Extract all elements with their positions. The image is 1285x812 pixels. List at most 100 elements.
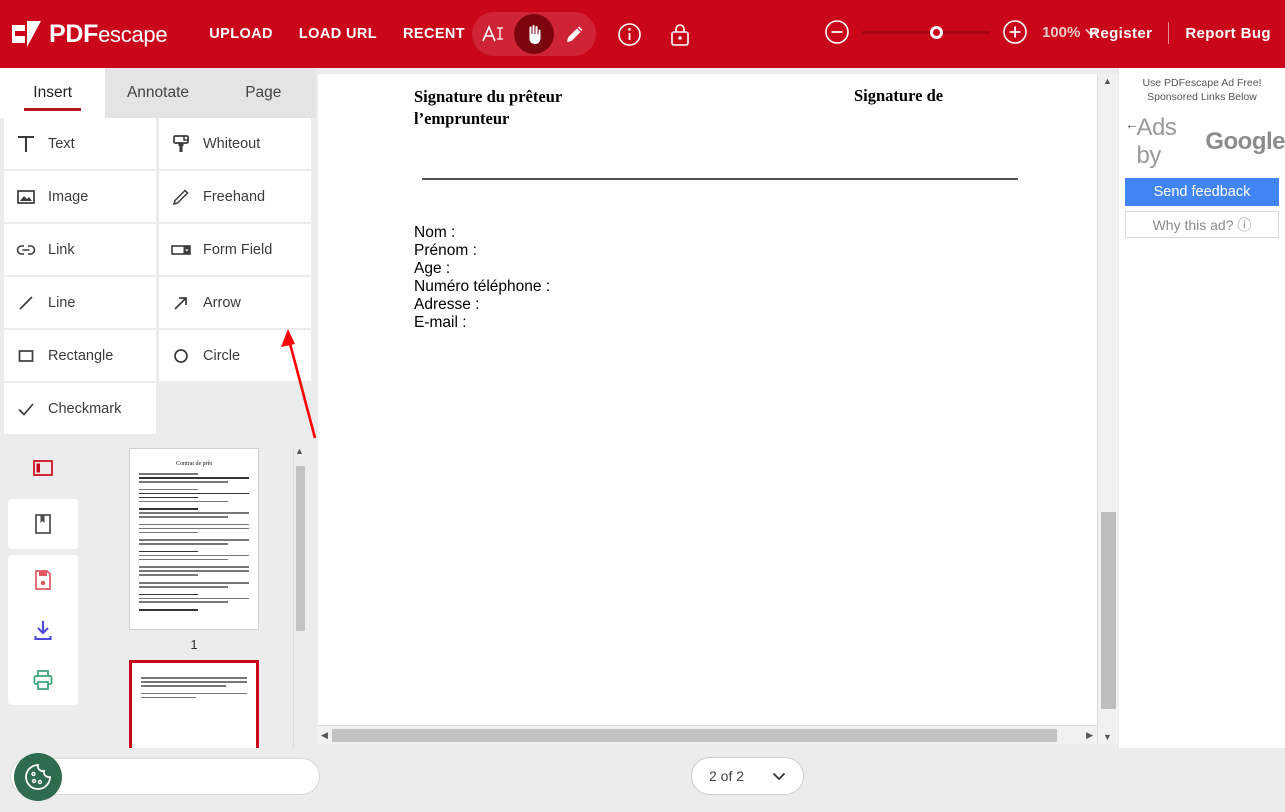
hand-tool-icon [528,24,542,46]
tool-whiteout-label: Whiteout [203,135,261,152]
info-icon [618,23,641,46]
tool-link-label: Link [48,241,75,258]
signature-lender: Signature du prêteur l’emprunteur [414,86,634,130]
zoom-in-button[interactable] [1002,19,1028,45]
send-feedback-button[interactable]: Send feedback [1125,178,1279,206]
logo-bold: PDF [49,19,99,48]
tool-arrow[interactable]: Arrow [159,277,311,328]
signature-rule [422,178,1018,180]
page-thumbnail-1[interactable]: Contrat de prêt [129,448,259,630]
scroll-right-arrow[interactable]: ▶ [1086,730,1093,741]
advertisement-panel: Use PDFescape Ad Free! Sponsored Links B… [1119,68,1285,748]
tab-annotate[interactable]: Annotate [105,68,211,118]
text-select-tool-button[interactable] [473,14,513,54]
tool-freehand[interactable]: Freehand [159,171,311,222]
zoom-out-icon [825,20,849,44]
form-fields-list: Nom : Prénom : Age : Numéro téléphone : … [414,224,550,332]
tool-circle-label: Circle [203,347,241,364]
report-bug-link[interactable]: Report Bug [1185,25,1271,42]
pdf-page-2[interactable]: Signature du prêteur l’emprunteur Signat… [318,74,1098,734]
ads-by-prefix: Ads by [1136,114,1177,169]
cookie-consent-icon [25,764,51,790]
cookie-settings-button[interactable] [14,753,62,801]
rectangle-icon [4,346,48,366]
field-adresse: Adresse : [414,296,480,313]
page-selector[interactable]: 2 of 2 [691,757,804,795]
hand-tool-button[interactable] [513,14,554,54]
image-icon [4,187,48,207]
field-age: Age : [414,260,451,277]
thumbnail-scroll-up-arrow[interactable]: ▲ [295,446,304,456]
app-footer: 2 of 2 [0,748,1285,812]
tool-text-label: Text [48,135,75,152]
form-field-icon [159,240,203,260]
ads-by-google-label[interactable]: ← Ads by Google [1119,114,1285,170]
zoom-out-button[interactable] [824,19,850,45]
zoom-in-icon [1003,20,1027,44]
tab-insert[interactable]: Insert [0,68,106,118]
pdfescape-logo-text: PDFescape [49,19,168,49]
pencil-tool-button[interactable] [555,14,595,54]
register-link[interactable]: Register [1089,25,1152,42]
tab-page[interactable]: Page [210,68,316,118]
pencil-tool-icon [567,26,583,42]
tool-freehand-label: Freehand [203,188,266,205]
download-button[interactable] [8,605,78,655]
signature-lender-line1: Signature du prêteur [414,87,563,106]
pdfescape-logo[interactable]: PDFescape [12,19,168,49]
checkmark-icon [4,399,48,419]
ad-headline: Use PDFescape Ad Free! Sponsored Links B… [1119,68,1285,104]
arrow-icon [159,293,203,313]
thumbnail-1-title: Contrat de prêt [176,461,212,467]
insert-tool-grid: Text Whiteout Image Freehand Link Form F… [0,118,316,434]
nav-recent[interactable]: RECENT [403,26,465,42]
document-action-rail [8,443,78,711]
scroll-left-arrow[interactable]: ◀ [321,730,328,741]
why-this-ad-button[interactable]: Why this ad? ⓘ [1125,211,1279,238]
tool-rectangle[interactable]: Rectangle [4,330,156,381]
viewer-horizontal-scrollbar[interactable]: ◀ ▶ [318,725,1097,744]
google-brand: Google [1205,128,1285,155]
tool-image[interactable]: Image [4,171,156,222]
vertical-scrollbar-thumb[interactable] [1101,512,1116,709]
thumbnail-scrollbar-thumb[interactable] [296,466,305,631]
app-header: PDFescape UPLOAD LOAD URL RECENT 100% Re… [0,0,1285,68]
tool-text[interactable]: Text [4,118,156,169]
document-viewer[interactable]: Signature du prêteur l’emprunteur Signat… [318,74,1118,744]
zoom-slider-knob[interactable] [930,25,943,39]
horizontal-scrollbar-thumb[interactable] [332,729,1057,742]
nav-load-url[interactable]: LOAD URL [299,26,377,42]
tool-circle[interactable]: Circle [159,330,311,381]
tool-link[interactable]: Link [4,224,156,275]
panel-toggle-button[interactable] [8,443,78,493]
tool-checkmark[interactable]: Checkmark [4,383,156,434]
lock-icon [671,24,689,46]
rail-group-bookmark [8,499,78,549]
ad-headline-line1: Use PDFescape Ad Free! [1142,77,1262,89]
tool-arrow-label: Arrow [203,294,241,311]
scroll-down-arrow[interactable]: ▼ [1103,732,1112,742]
nav-upload[interactable]: UPLOAD [209,26,273,42]
tool-form-field[interactable]: Form Field [159,224,311,275]
thumbnail-item-1[interactable]: Contrat de prêt 1 [89,440,299,652]
lock-button[interactable] [668,21,692,53]
scroll-up-arrow[interactable]: ▲ [1103,76,1112,86]
signature-row: Signature du prêteur l’emprunteur Signat… [414,86,1034,130]
header-divider [1168,22,1170,44]
header-right-links: Register Report Bug [1089,22,1271,44]
thumbnail-1-number: 1 [190,637,198,652]
viewer-vertical-scrollbar[interactable]: ▲ ▼ [1097,74,1118,744]
tool-checkmark-label: Checkmark [48,400,122,417]
tool-whiteout[interactable]: Whiteout [159,118,311,169]
print-button[interactable] [8,655,78,705]
tool-rectangle-label: Rectangle [48,347,114,364]
left-panel: Insert Annotate Page Text Whiteout Image… [0,68,317,812]
zoom-slider[interactable] [862,25,990,39]
zoom-controls: 100% [824,19,1099,45]
info-button[interactable] [617,22,642,52]
mode-tool-group [472,12,596,56]
save-button[interactable] [8,555,78,605]
field-telephone: Numéro téléphone : [414,278,551,295]
tool-line[interactable]: Line [4,277,156,328]
bookmark-button[interactable] [8,499,78,549]
